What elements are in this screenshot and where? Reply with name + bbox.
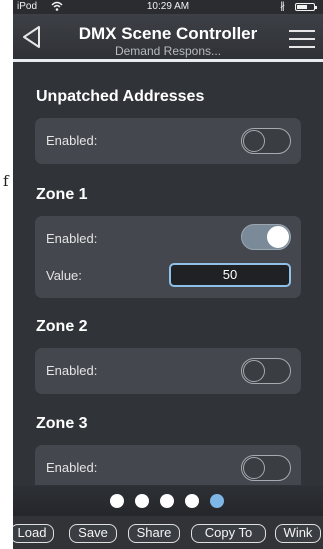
zone-3-enabled-toggle[interactable] [241,455,291,481]
clock: 10:29 AM [146,1,190,12]
enabled-label: Enabled: [46,231,98,246]
enabled-label: Enabled: [46,460,98,475]
page-indicator [13,486,323,516]
copy-to-button[interactable]: Copy To [191,524,266,543]
stray-text: f [3,172,9,190]
section-title-zone-1: Zone 1 [36,186,88,203]
section-title-zone-2: Zone 2 [36,318,88,335]
unpatched-enabled-toggle[interactable] [241,128,291,154]
section-title-zone-3: Zone 3 [36,415,88,432]
scene-settings-list[interactable]: Unpatched Addresses Enabled: Zone 1 Enab… [13,65,323,485]
page-dot[interactable] [135,494,149,508]
hamburger-menu-icon[interactable] [289,30,315,50]
battery-icon [295,3,317,11]
enabled-label: Enabled: [46,363,98,378]
panel-zone-3: Enabled: [35,445,301,485]
panel-unpatched: Enabled: [35,118,301,164]
save-button[interactable]: Save [69,524,117,543]
wink-button[interactable]: Wink [275,524,321,543]
page-dot[interactable] [185,494,199,508]
page-dot-active[interactable] [210,494,224,508]
bottom-toolbar: Load Save Share Copy To Wink [13,518,323,549]
share-button[interactable]: Share [128,524,180,543]
app-screen: iPod 10:29 AM ∦ DMX Scene Controller Dem… [13,0,323,549]
panel-zone-1: Enabled: Value: 50 [35,216,301,298]
navigation-bar: DMX Scene Controller Demand Respons... [13,14,323,62]
zone-1-enabled-toggle[interactable] [241,224,291,250]
zone-2-enabled-toggle[interactable] [241,358,291,384]
page-subtitle: Demand Respons... [114,44,222,58]
page-dot[interactable] [110,494,124,508]
zone-1-value-input[interactable]: 50 [169,263,291,287]
section-title-unpatched: Unpatched Addresses [36,88,205,105]
page-title: DMX Scene Controller [78,24,258,43]
bluetooth-icon: ∦ [280,1,285,12]
load-button[interactable]: Load [13,524,54,543]
value-label: Value: [46,268,82,283]
panel-zone-2: Enabled: [35,348,301,394]
enabled-label: Enabled: [46,133,98,148]
page-dot[interactable] [160,494,174,508]
status-bar: iPod 10:29 AM ∦ [13,0,323,14]
